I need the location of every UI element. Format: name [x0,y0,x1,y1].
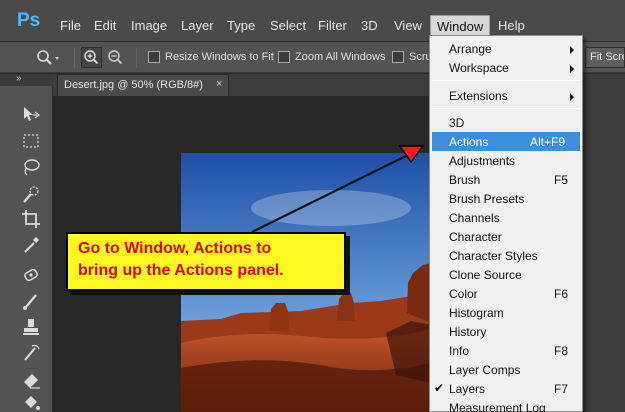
menu-item-shortcut: Alt+F9 [530,135,566,149]
menu-item-label: Channels [449,211,500,225]
menu-item-label: Color [449,287,478,301]
submenu-arrow-icon [570,93,574,101]
instruction-callout: Go to Window, Actions to bring up the Ac… [66,232,346,291]
brush-tool-icon[interactable] [20,290,42,312]
menu-item-label: Clone Source [449,268,522,282]
menu-item-label: Extensions [449,89,508,103]
menu-3d[interactable]: 3D [361,18,378,33]
menu-item-character[interactable]: Character [430,227,582,246]
menu-item-adjustments[interactable]: Adjustments [430,151,582,170]
photoshop-logo: Ps [17,10,41,31]
clone-stamp-tool-icon[interactable] [20,316,42,338]
tools-panel-header: » [0,73,53,86]
document-tab-title: Desert.jpg @ 50% (RGB/8#) [64,79,203,91]
menu-item-label: 3D [449,116,465,130]
menu-item-workspace[interactable]: Workspace [430,58,582,77]
menu-item-3d[interactable]: 3D [430,113,582,132]
menu-window[interactable]: Window [430,15,491,36]
tools-panel [0,86,53,412]
menu-item-color[interactable]: Color F6 [430,284,582,303]
document-tab[interactable]: Desert.jpg @ 50% (RGB/8#) × [57,74,229,96]
menu-item-layers[interactable]: ✔ Layers F7 [430,379,582,398]
menu-item-label: Character [449,230,502,244]
menu-filter[interactable]: Filter [318,18,347,33]
paint-bucket-tool-icon[interactable] [20,392,42,412]
resize-windows-checkbox[interactable] [148,51,160,63]
eraser-tool-icon[interactable] [20,368,42,390]
right-panel-dock [583,74,625,412]
zoom-out-icon[interactable] [105,47,126,68]
menu-item-label: Actions [449,135,489,149]
menu-item-label: Arrange [449,42,492,56]
menu-item-info[interactable]: Info F8 [430,341,582,360]
menu-item-label: Brush Presets [449,192,525,206]
menu-item-label: Workspace [449,61,509,75]
lasso-tool-icon[interactable] [20,156,42,178]
options-separator [74,48,75,68]
menu-item-history[interactable]: History [430,322,582,341]
menu-item-label: Info [449,344,470,358]
zoom-all-windows-label: Zoom All Windows [295,51,386,63]
collapse-icon[interactable]: » [16,73,22,84]
menu-view[interactable]: View [394,18,422,33]
healing-brush-tool-icon[interactable] [20,264,42,286]
zoom-all-windows-checkbox[interactable] [278,51,290,63]
submenu-arrow-icon [570,65,574,73]
menu-item-label: Adjustments [449,154,516,168]
menu-item-shortcut: F6 [554,287,569,301]
menu-item-label: Brush [449,173,481,187]
fit-screen-button[interactable]: Fit Scre [585,47,625,68]
menu-item-shortcut: F5 [554,173,569,187]
menu-select[interactable]: Select [270,18,306,33]
menu-item-label: Character Styles [449,249,538,263]
menu-item-measurement-log[interactable]: Measurement Log [430,398,582,412]
close-icon[interactable]: × [216,78,222,90]
menu-help[interactable]: Help [498,18,525,33]
menu-type[interactable]: Type [227,18,255,33]
menu-item-clone-source[interactable]: Clone Source [430,265,582,284]
menu-item-character-styles[interactable]: Character Styles [430,246,582,265]
history-brush-tool-icon[interactable] [20,342,42,364]
options-separator [136,48,137,68]
menu-item-histogram[interactable]: Histogram [430,303,582,322]
zoom-in-icon[interactable] [81,47,102,68]
menu-item-arrange[interactable]: Arrange [430,39,582,58]
menu-item-brush-presets[interactable]: Brush Presets [430,189,582,208]
menu-file[interactable]: File [60,18,81,33]
eyedropper-tool-icon[interactable] [20,234,42,256]
menu-item-label: Layers [449,382,486,396]
marquee-tool-icon[interactable] [20,130,42,152]
callout-line-1: Go to Window, Actions to [78,240,272,257]
menu-item-label: Histogram [449,306,504,320]
menu-edit[interactable]: Edit [94,18,116,33]
crop-tool-icon[interactable] [20,208,42,230]
quick-selection-tool-icon[interactable] [20,183,42,205]
move-tool-icon[interactable] [20,104,42,126]
menu-separator [432,108,580,109]
menu-item-extensions[interactable]: Extensions [430,86,582,105]
callout-line-2: bring up the Actions panel. [78,262,284,279]
menu-item-shortcut: F8 [554,344,569,358]
window-menu-dropdown: Arrange Workspace Extensions 3D Actions … [429,35,583,412]
submenu-arrow-icon [570,46,574,54]
menu-item-actions[interactable]: Actions Alt+F9 [432,132,580,151]
menu-item-label: Layer Comps [449,363,521,377]
scrubby-zoom-checkbox[interactable] [392,51,404,63]
menu-item-shortcut: F7 [554,382,569,396]
resize-windows-label: Resize Windows to Fit [165,51,274,63]
checkmark-icon: ✔ [434,381,445,395]
menu-item-label: History [449,325,487,339]
menu-item-layer-comps[interactable]: Layer Comps [430,360,582,379]
menu-item-brush[interactable]: Brush F5 [430,170,582,189]
menu-separator [432,80,580,81]
menu-item-label: Measurement Log [449,401,546,412]
zoom-tool-icon[interactable] [34,48,60,68]
menu-layer[interactable]: Layer [181,18,214,33]
menu-image[interactable]: Image [131,18,167,33]
menu-item-channels[interactable]: Channels [430,208,582,227]
